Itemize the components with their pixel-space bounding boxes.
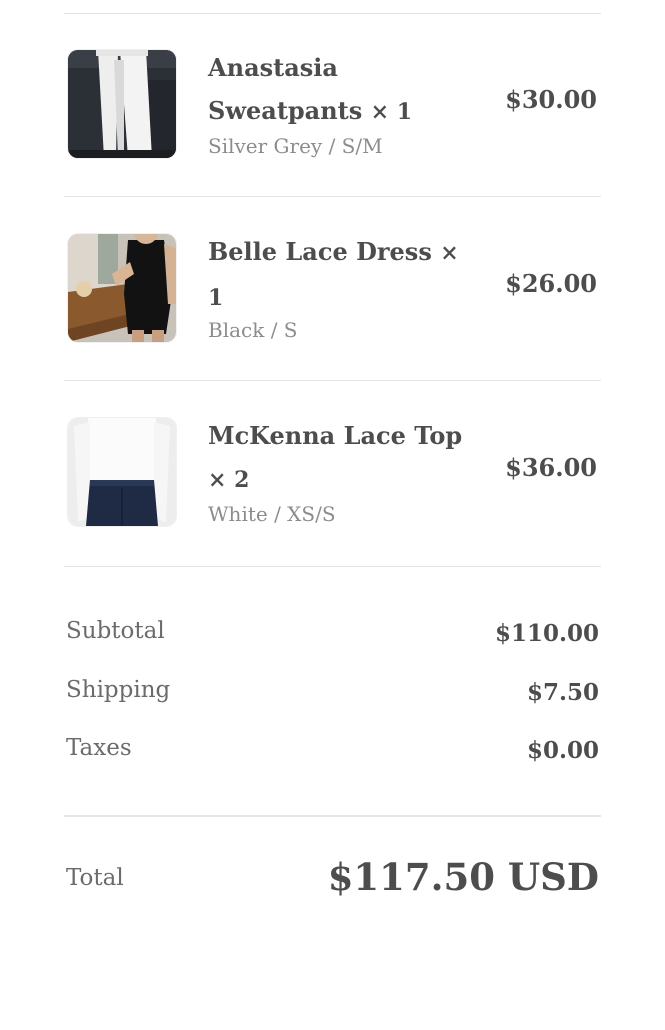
summary-divider [64,566,601,567]
taxes-value: $0.00 [526,737,599,764]
product-price: $26.00 [505,269,597,298]
product-thumbnail [68,234,176,342]
total-row: Total $117.50 USD [66,855,599,915]
subtotal-label: Subtotal [66,618,165,644]
item-divider [64,196,601,197]
product-price: $30.00 [505,85,597,114]
product-variant: Silver Grey / S/M [208,134,383,158]
subtotal-value: $110.00 [494,620,599,647]
total-divider [64,815,601,817]
product-name: McKenna Lace Top × 2 [208,421,463,493]
quantity: × 2 [208,467,250,493]
line-item: McKenna Lace Top × 2 White / XS/S $36.00 [64,418,601,538]
shipping-value: $7.50 [526,679,599,706]
line-item: Anastasia Sweatpants × 1 Silver Grey / S… [64,50,601,170]
product-name: Anastasia Sweatpants × 1 [208,53,413,125]
shipping-row: Shipping $7.50 [66,677,599,717]
product-thumbnail [68,418,176,526]
item-divider [64,380,601,381]
top-divider [64,13,601,14]
subtotal-row: Subtotal $110.00 [66,618,599,658]
product-variant: Black / S [208,318,298,342]
taxes-row: Taxes $0.00 [66,735,599,775]
product-name: Belle Lace Dress × 1 [208,237,459,311]
product-variant: White / XS/S [208,502,336,526]
line-item: Belle Lace Dress × 1 Black / S $26.00 [64,234,601,354]
total-value: $117.50 USD [327,855,599,899]
taxes-label: Taxes [66,735,132,761]
shipping-label: Shipping [66,677,171,703]
total-label: Total [66,865,124,891]
quantity: × 1 [370,99,413,125]
product-thumbnail [68,50,176,158]
product-price: $36.00 [505,453,597,482]
